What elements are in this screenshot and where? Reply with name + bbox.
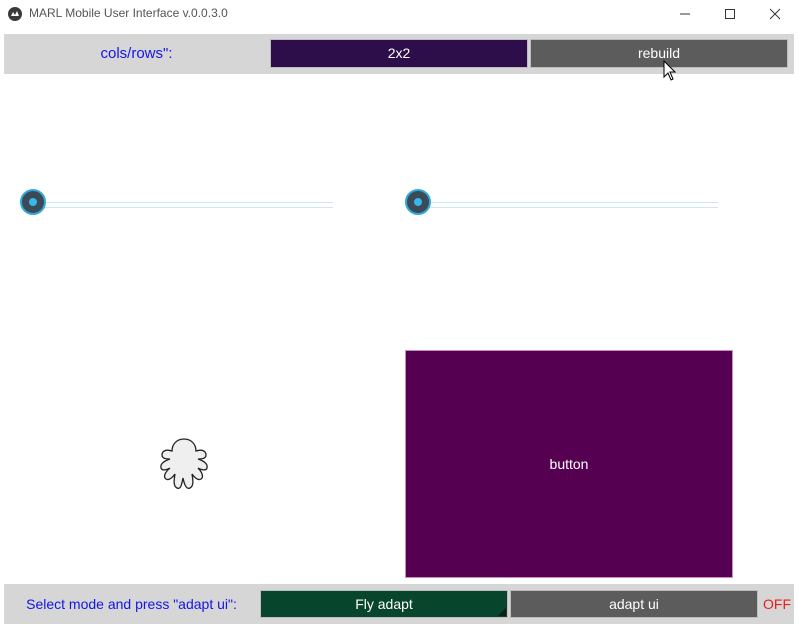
close-icon [769, 8, 781, 20]
main-button[interactable]: button [405, 350, 733, 578]
adapt-ui-button[interactable]: adapt ui [510, 590, 758, 618]
window-title: MARL Mobile User Interface v.0.0.3.0 [29, 6, 228, 20]
cols-rows-label: cols/rows": [100, 45, 173, 62]
mode-dropdown-button[interactable]: Fly adapt [260, 590, 508, 618]
kivy-logo-icon [8, 7, 22, 21]
slider-handle[interactable] [405, 189, 431, 215]
slider-right[interactable] [405, 189, 718, 219]
main-button-label: button [549, 456, 589, 472]
maximize-button[interactable] [707, 0, 753, 28]
slider-track[interactable] [419, 202, 718, 208]
rebuild-button[interactable]: rebuild [530, 39, 788, 68]
dropdown-corner-icon [498, 608, 506, 616]
title-bar: MARL Mobile User Interface v.0.0.3.0 [0, 0, 798, 28]
bottom-toolbar: Select mode and press "adapt ui": Fly ad… [4, 584, 794, 624]
status-badge: OFF [763, 596, 791, 612]
slider-left[interactable] [20, 189, 333, 219]
grid-size-button[interactable]: 2x2 [270, 39, 528, 68]
maximize-icon [725, 9, 735, 19]
minimize-icon [680, 13, 690, 15]
mode-instruction-label: Select mode and press "adapt ui": [26, 596, 237, 612]
mouse-cursor-icon [663, 60, 677, 81]
mode-dropdown-label: Fly adapt [355, 596, 413, 612]
slider-track[interactable] [34, 202, 333, 208]
octocat-icon [160, 438, 208, 489]
close-button[interactable] [752, 0, 798, 28]
minimize-button[interactable] [662, 0, 708, 28]
slider-handle[interactable] [20, 189, 46, 215]
